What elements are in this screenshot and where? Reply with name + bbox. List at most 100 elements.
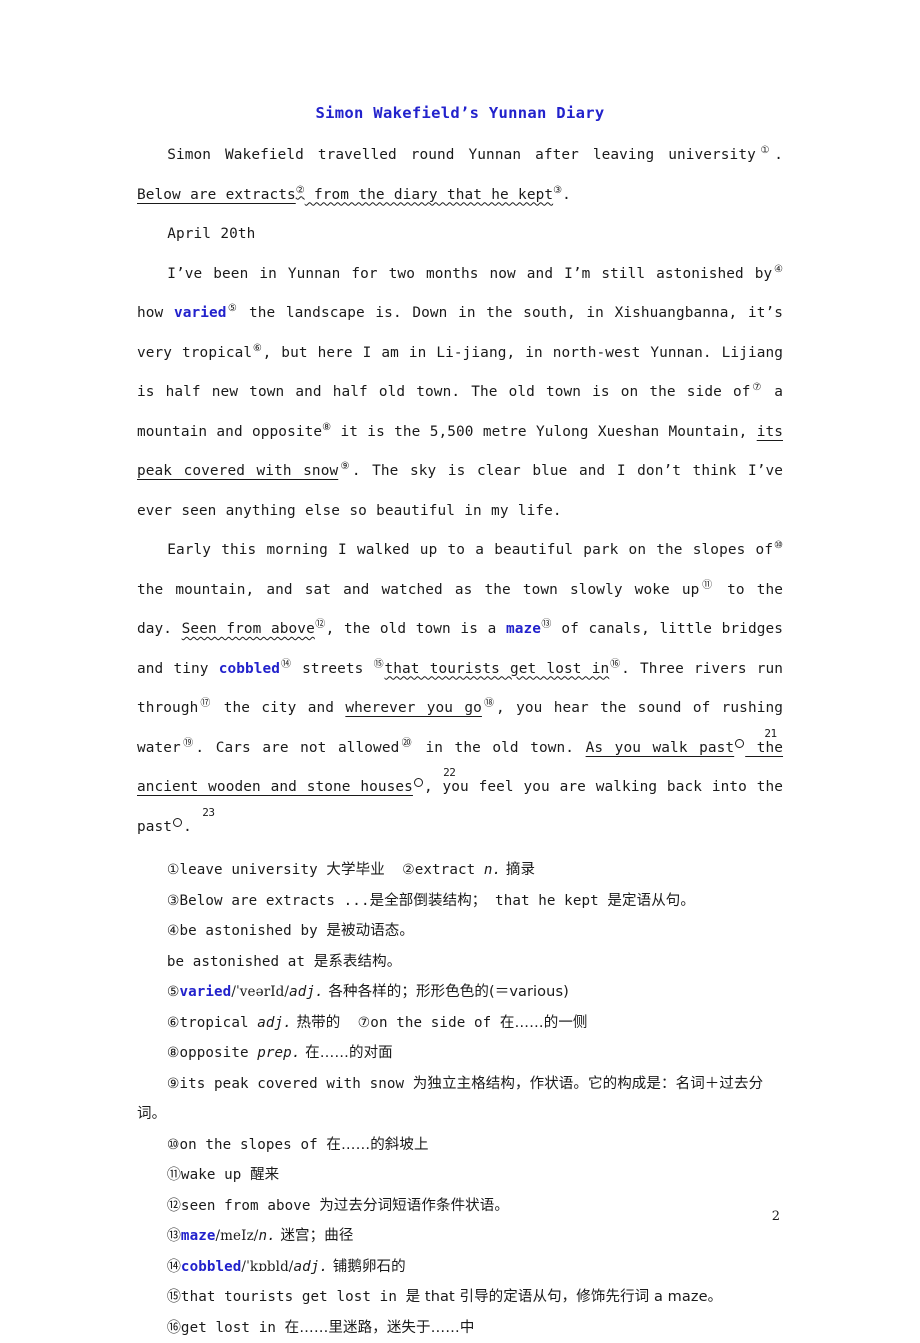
p2-text-10: . Cars are not allowed bbox=[195, 740, 399, 756]
footnote-number-2: ⑦ bbox=[358, 1015, 371, 1031]
footnote-number: ① bbox=[167, 862, 180, 878]
footnote-phonetic: /ˈkɒbld/ bbox=[241, 1259, 293, 1275]
footnote-text: be astonished at bbox=[167, 954, 314, 970]
footnote-text: Below are extracts ... bbox=[179, 893, 369, 909]
footnote-number: ④ bbox=[167, 923, 180, 939]
footnote-item-3: ③Below are extracts ...是全部倒装结构； that he … bbox=[137, 886, 783, 917]
page-title: Simon Wakefield’s Yunnan Diary bbox=[137, 104, 783, 122]
underlined-from-the-diary: from the diary that he kept bbox=[305, 187, 553, 203]
page-content: Simon Wakefield’s Yunnan Diary Simon Wak… bbox=[137, 104, 783, 1343]
footnote-cn: 在……的斜坡上 bbox=[326, 1137, 428, 1153]
footnote-marker-20: ⑳ bbox=[399, 738, 414, 749]
footnote-number-2: ② bbox=[402, 862, 415, 878]
footnote-cn: 迷宫；曲径 bbox=[276, 1228, 354, 1244]
footnote-text-2: on the side of bbox=[370, 1015, 500, 1031]
footnote-item-9: ⑨its peak covered with snow 为独立主格结构，作状语。… bbox=[137, 1069, 783, 1130]
footnote-text: wake up bbox=[181, 1167, 250, 1183]
footnote-text: be astonished by bbox=[179, 923, 326, 939]
p2-text-2: the mountain, and sat and watched as the… bbox=[137, 582, 699, 598]
footnote-text-2: that he kept bbox=[486, 893, 607, 909]
footnote-text: get lost in bbox=[181, 1320, 285, 1336]
footnote-marker-19: ⑲ bbox=[181, 738, 196, 749]
footnote-cn: 各种各样的；形形色色的(＝various) bbox=[324, 984, 569, 1000]
underlined-that-tourists: that tourists get lost in bbox=[385, 661, 610, 677]
page-number: 2 bbox=[772, 1209, 780, 1224]
underlined-as-you-walk-past: As you walk past bbox=[586, 740, 735, 756]
document-page: Simon Wakefield’s Yunnan Diary Simon Wak… bbox=[0, 0, 920, 1302]
footnote-marker-9: ⑨ bbox=[338, 461, 352, 472]
paragraph-intro: Simon Wakefield travelled round Yunnan a… bbox=[137, 136, 783, 215]
footnote-item-8: ⑧opposite prep. 在……的对面 bbox=[137, 1038, 783, 1069]
footnotes-list: ①leave university 大学毕业 ②extract n. 摘录 ③B… bbox=[137, 855, 783, 1343]
p2-text-13: . bbox=[183, 819, 192, 835]
footnote-cn: 铺鹅卵石的 bbox=[328, 1259, 406, 1275]
underlined-seen-from-above: Seen from above bbox=[182, 621, 315, 637]
footnote-text: seen from above bbox=[181, 1198, 319, 1214]
footnote-item-6: ⑥tropical adj. 热带的 ⑦on the side of 在……的一… bbox=[137, 1008, 783, 1039]
footnote-marker-13: ⑬ bbox=[541, 619, 552, 630]
circle-glyph bbox=[173, 818, 182, 827]
footnote-pos-2: n. bbox=[484, 862, 501, 878]
footnote-cn: 是被动语态。 bbox=[326, 923, 414, 939]
circle-glyph bbox=[414, 778, 423, 787]
intro-text-2: . bbox=[774, 147, 783, 163]
footnote-marker-7: ⑦ bbox=[750, 382, 763, 393]
keyword-cobbled: cobbled bbox=[219, 661, 280, 677]
footnote-text: that tourists get lost in bbox=[181, 1289, 406, 1305]
footnote-marker-12: ⑫ bbox=[315, 619, 326, 630]
footnote-item-16: ⑯get lost in 在……里迷路，迷失于……中 bbox=[137, 1313, 783, 1343]
footnote-cn: 为过去分词短语作条件状语。 bbox=[319, 1198, 509, 1214]
footnote-cn-2: 摘录 bbox=[501, 862, 535, 878]
footnote-cn: 在……里迷路，迷失于……中 bbox=[285, 1320, 475, 1336]
footnote-number: ⑨ bbox=[167, 1076, 180, 1092]
footnote-text: leave university bbox=[179, 862, 326, 878]
footnote-number: ⑤ bbox=[167, 984, 180, 1000]
footnote-marker-6: ⑥ bbox=[252, 343, 262, 354]
footnote-text: opposite bbox=[179, 1045, 257, 1061]
footnote-pos: n. bbox=[258, 1228, 275, 1244]
diary-date-line: April 20th bbox=[137, 215, 783, 255]
footnote-cn: 是全部倒装结构； bbox=[370, 893, 487, 909]
footnote-item-11: ⑪wake up 醒来 bbox=[137, 1160, 783, 1191]
footnote-marker-1: ① bbox=[756, 145, 774, 156]
footnote-marker-8: ⑧ bbox=[322, 422, 331, 433]
footnote-marker-14: ⑭ bbox=[280, 659, 292, 670]
footnote-cn: 在……的对面 bbox=[300, 1045, 392, 1061]
footnote-marker-17: ⑰ bbox=[198, 698, 212, 709]
footnote-marker-11: ⑪ bbox=[699, 580, 715, 591]
footnote-cn: 醒来 bbox=[250, 1167, 279, 1183]
footnote-text-2: extract bbox=[415, 862, 484, 878]
footnote-item-4: ④be astonished by 是被动语态。 bbox=[137, 916, 783, 947]
footnote-item-1: ①leave university 大学毕业 ②extract n. 摘录 bbox=[137, 855, 783, 886]
footnote-item-10: ⑩on the slopes of 在……的斜坡上 bbox=[137, 1130, 783, 1161]
intro-text-3: . bbox=[562, 187, 571, 203]
footnote-cn: 热带的 bbox=[292, 1015, 341, 1031]
footnote-number: ⑧ bbox=[167, 1045, 180, 1061]
footnote-marker-10: ⑩ bbox=[773, 540, 783, 551]
underlined-wherever-you-go: wherever you go bbox=[345, 700, 482, 716]
footnote-item-12: ⑫seen from above 为过去分词短语作条件状语。 bbox=[137, 1191, 783, 1222]
p2-text-1: Early this morning I walked up to a beau… bbox=[167, 542, 773, 558]
underlined-below-are: Below are extracts bbox=[137, 187, 296, 203]
footnote-marker-2: ② bbox=[296, 185, 305, 196]
keyword-maze: maze bbox=[506, 621, 541, 637]
footnote-marker-5: ⑤ bbox=[227, 303, 239, 314]
footnote-number: ⑮ bbox=[167, 1289, 181, 1305]
footnote-phonetic: /ˈveərId/ bbox=[231, 984, 289, 1000]
footnote-number: ⑥ bbox=[167, 1015, 180, 1031]
footnote-cn: 是系表结构。 bbox=[314, 954, 402, 970]
footnote-keyword: varied bbox=[179, 984, 231, 1000]
footnote-cn: 大学毕业 bbox=[326, 862, 384, 878]
footnote-number: ⑩ bbox=[167, 1137, 180, 1153]
footnote-phonetic: /meIz/ bbox=[216, 1228, 259, 1244]
footnote-item-14: ⑭cobbled/ˈkɒbld/adj. 铺鹅卵石的 bbox=[137, 1252, 783, 1283]
footnote-number: ⑬ bbox=[167, 1228, 181, 1244]
footnote-item-4b: be astonished at 是系表结构。 bbox=[137, 947, 783, 978]
footnote-pos: prep. bbox=[257, 1045, 300, 1061]
p2-text-6: streets bbox=[292, 661, 374, 677]
footnote-keyword: maze bbox=[181, 1228, 216, 1244]
p2-text-8: the city and bbox=[212, 700, 345, 716]
intro-text-1: Simon Wakefield travelled round Yunnan a… bbox=[167, 147, 756, 163]
footnote-number: ⑭ bbox=[167, 1259, 181, 1275]
footnote-number: ⑯ bbox=[167, 1320, 181, 1336]
